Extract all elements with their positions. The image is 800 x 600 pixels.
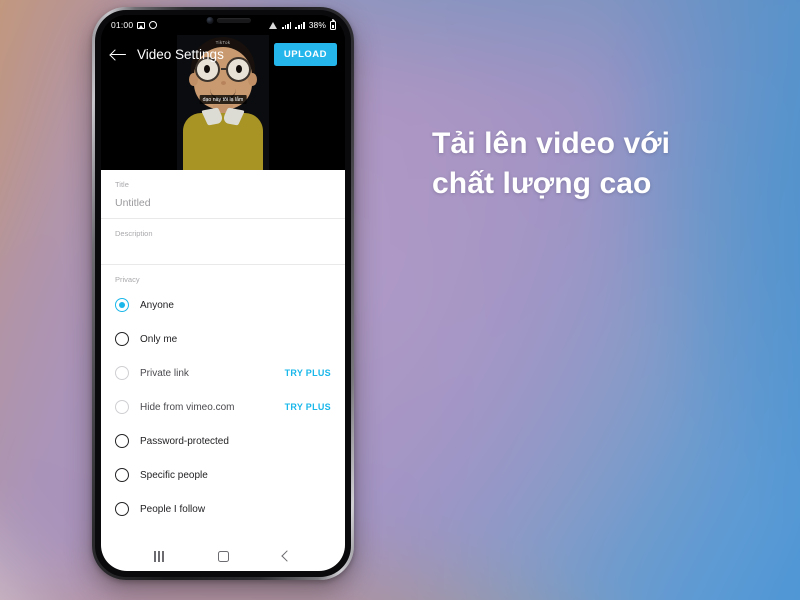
try-plus-link[interactable]: TRY PLUS bbox=[285, 368, 331, 378]
description-label: Description bbox=[115, 229, 153, 238]
privacy-option-label: Only me bbox=[140, 333, 178, 345]
radio-button[interactable] bbox=[115, 434, 129, 448]
status-bar-right: 38% bbox=[268, 19, 336, 30]
radio-button[interactable] bbox=[115, 366, 129, 380]
signal-bars-icon bbox=[281, 21, 292, 29]
app-bar: Video Settings UPLOAD bbox=[101, 35, 345, 73]
phone-bezel: 01:00 38% TikTok dạo này tôi lạ lắm Vide… bbox=[95, 10, 351, 577]
back-arrow-icon[interactable] bbox=[110, 45, 128, 63]
privacy-option-label: Password-protected bbox=[140, 435, 229, 447]
radio-button[interactable] bbox=[115, 468, 129, 482]
signal-bars-icon-2 bbox=[295, 21, 305, 29]
privacy-options-list: Anyone Only me Private link TRY PLUS Hide fr… bbox=[101, 288, 345, 526]
radio-button[interactable] bbox=[115, 400, 129, 414]
privacy-option-label: Private link bbox=[140, 367, 189, 379]
privacy-option-row[interactable]: Hide from vimeo.com TRY PLUS bbox=[101, 390, 345, 424]
radio-button[interactable] bbox=[115, 298, 129, 312]
privacy-option-row[interactable]: People I follow bbox=[101, 492, 345, 526]
title-label: Title bbox=[115, 180, 129, 189]
privacy-option-label: People I follow bbox=[140, 503, 206, 515]
status-clock: 01:00 bbox=[111, 20, 134, 30]
battery-icon bbox=[330, 19, 336, 30]
back-icon[interactable] bbox=[272, 544, 302, 568]
video-subtitle: dạo này tôi lạ lắm bbox=[199, 95, 247, 105]
privacy-option-label: Specific people bbox=[140, 469, 208, 481]
status-bar: 01:00 38% bbox=[101, 15, 345, 35]
title-field[interactable]: Title Untitled bbox=[101, 170, 345, 219]
headline-text: Tải lên video với chất lượng cao bbox=[432, 124, 762, 203]
title-input[interactable]: Untitled bbox=[115, 197, 331, 209]
upload-button[interactable]: UPLOAD bbox=[273, 42, 337, 66]
description-field[interactable]: Description bbox=[101, 219, 345, 265]
character-shirt bbox=[183, 113, 263, 170]
privacy-option-label: Anyone bbox=[140, 299, 174, 311]
headline-line-2: chất lượng cao bbox=[432, 166, 652, 200]
character-nose bbox=[221, 81, 226, 85]
privacy-option-row[interactable]: Password-protected bbox=[101, 424, 345, 458]
wifi-icon bbox=[268, 21, 278, 29]
privacy-option-row[interactable]: Only me bbox=[101, 322, 345, 356]
recents-icon[interactable] bbox=[144, 544, 174, 568]
gallery-icon bbox=[137, 21, 146, 29]
video-preview-area: TikTok dạo này tôi lạ lắm Video Settings… bbox=[101, 35, 345, 170]
page-title: Video Settings bbox=[137, 46, 224, 62]
privacy-option-label: Hide from vimeo.com bbox=[140, 401, 235, 413]
android-nav-bar bbox=[101, 541, 345, 571]
radio-button[interactable] bbox=[115, 502, 129, 516]
battery-percent-label: 38% bbox=[308, 20, 326, 30]
phone-mockup: 01:00 38% TikTok dạo này tôi lạ lắm Vide… bbox=[92, 7, 354, 580]
info-icon bbox=[149, 21, 158, 29]
privacy-option-row[interactable]: Anyone bbox=[101, 288, 345, 322]
phone-screen: 01:00 38% TikTok dạo này tôi lạ lắm Vide… bbox=[101, 15, 345, 571]
privacy-option-row[interactable]: Private link TRY PLUS bbox=[101, 356, 345, 390]
video-settings-form: Title Untitled Description Privacy Anyon… bbox=[101, 170, 345, 541]
status-bar-left: 01:00 bbox=[111, 20, 158, 30]
try-plus-link[interactable]: TRY PLUS bbox=[285, 402, 331, 412]
privacy-section-label: Privacy bbox=[115, 275, 140, 284]
home-icon[interactable] bbox=[208, 544, 238, 568]
radio-button[interactable] bbox=[115, 332, 129, 346]
headline-line-1: Tải lên video với bbox=[432, 127, 671, 160]
privacy-option-row[interactable]: Specific people bbox=[101, 458, 345, 492]
